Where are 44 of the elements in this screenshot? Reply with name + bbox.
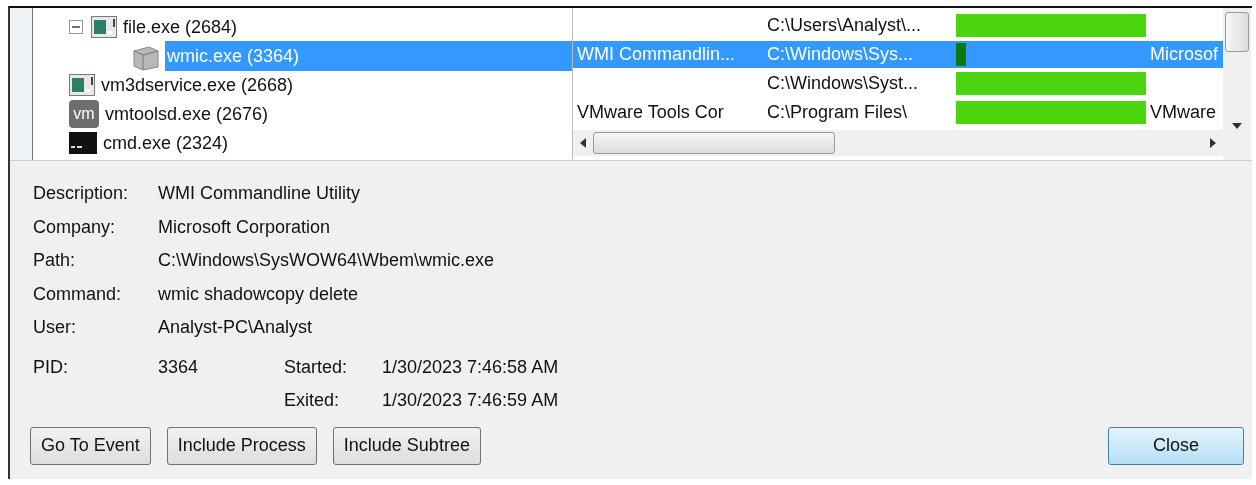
path-cell: C:\Program Files\ — [767, 102, 908, 123]
field-label: Path: — [33, 250, 77, 272]
process-name[interactable]: file.exe (2684) — [121, 11, 240, 42]
field-label: PID: — [33, 356, 69, 378]
console-icon — [69, 131, 97, 154]
field-value: 1/30/2023 7:46:59 AM — [382, 389, 560, 411]
field-value: Microsoft Corporation — [158, 216, 331, 238]
company-cell: VMware — [1150, 102, 1216, 123]
field-value: WMI Commandline Utility — [158, 183, 361, 205]
field-label: Command: — [33, 283, 123, 305]
field-value: C:\Windows\SysWOW64\Wbem\wmic.exe — [158, 250, 495, 272]
scrollbar-thumb[interactable] — [1225, 12, 1249, 52]
scroll-right-icon[interactable] — [1209, 138, 1217, 148]
field-label: Started: — [284, 356, 349, 378]
field-value: Analyst-PC\Analyst — [158, 317, 313, 339]
horizontal-scrollbar[interactable] — [573, 130, 1223, 156]
description-cell: VMware Tools Cor — [577, 102, 724, 123]
application-window-icon — [91, 15, 117, 38]
company-cell: Microsof — [1150, 44, 1218, 65]
button[interactable]: Include Subtree — [332, 426, 481, 465]
field-label: Exited: — [284, 389, 341, 411]
vm-logo-icon: vm — [69, 99, 99, 128]
scroll-down-icon[interactable] — [1232, 122, 1242, 130]
button[interactable]: Include Process — [166, 426, 317, 465]
collapse-icon[interactable] — [69, 19, 83, 34]
button[interactable]: Close — [1108, 426, 1244, 465]
path-cell: C:\Windows\Sys... — [767, 44, 914, 65]
field-value: wmic shadowcopy delete — [158, 283, 359, 305]
scroll-left-icon[interactable] — [579, 138, 587, 148]
description-cell: WMI Commandlin... — [577, 44, 736, 65]
process-name[interactable]: cmd.exe (2324) — [101, 127, 231, 158]
field-label: Company: — [33, 216, 117, 238]
process-name[interactable]: vmtoolsd.exe (2676) — [103, 98, 271, 129]
process-name[interactable]: vm3dservice.exe (2668) — [99, 69, 296, 100]
application-window-icon — [69, 73, 95, 96]
vertical-scrollbar[interactable] — [1223, 8, 1251, 160]
field-value: 1/30/2023 7:46:58 AM — [382, 356, 560, 378]
path-cell: C:\Users\Analyst\... — [767, 15, 922, 36]
field-label: User: — [33, 317, 77, 339]
field-label: Description: — [33, 183, 130, 205]
button[interactable]: Go To Event — [30, 426, 151, 465]
field-value: 3364 — [158, 356, 200, 378]
path-cell: C:\Windows\Syst... — [767, 73, 919, 94]
scrollbar-thumb[interactable] — [593, 132, 835, 154]
